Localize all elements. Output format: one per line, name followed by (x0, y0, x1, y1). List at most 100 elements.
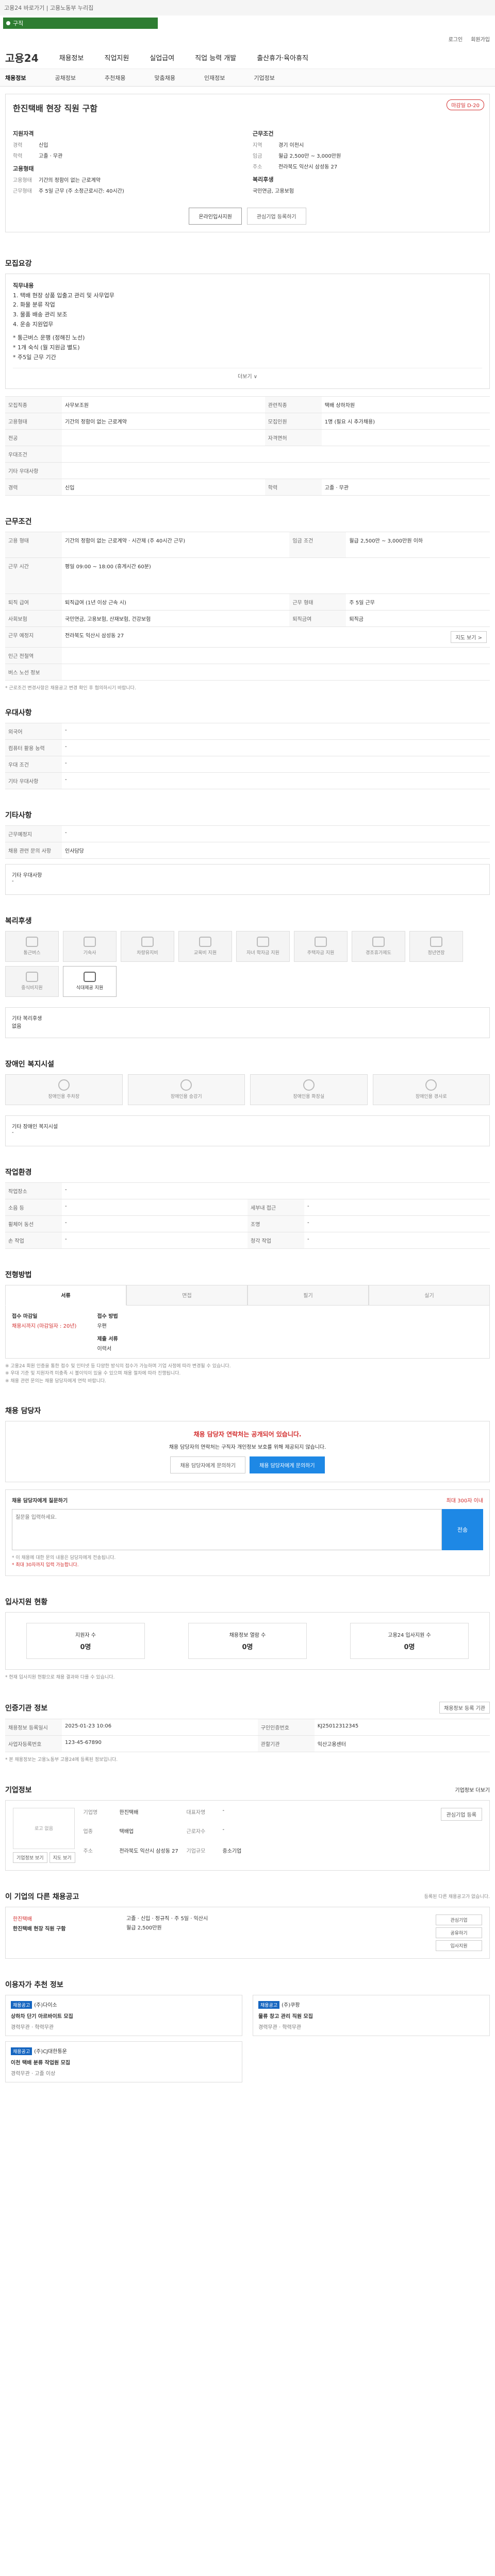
benefit-item: 자녀 학자금 지원 (236, 930, 290, 962)
employment-heading: 고용형태 (13, 165, 34, 172)
search-icon (6, 21, 10, 25)
restroom-icon (303, 1079, 315, 1091)
tab-document[interactable]: 서류 (5, 1284, 126, 1306)
parking-icon (58, 1079, 70, 1091)
company-card: 로고 없음 기업정보 보기 지도 보기 기업명 한진택배 대표자명 - 업종 택배업 … (5, 1800, 490, 1871)
contact-button[interactable]: 채용 담당자에게 문의하기 (170, 1456, 245, 1474)
stat-card: 고용24 입사지원 수 0명 (350, 1622, 469, 1659)
benefit-icon (372, 937, 385, 947)
recommend-card[interactable]: 채용공고 (주)다이소 상하차 단기 아르바이트 모집 경력무관 · 학력무관 (5, 1994, 242, 2036)
disability-item: 장애인용 화장실 (250, 1074, 368, 1105)
benefit-item: 주택자금 지원 (294, 930, 348, 962)
disability-item: 장애인용 경사로 (372, 1074, 490, 1105)
stat-card: 채용정보 열람 수 0명 (188, 1622, 307, 1659)
recruit-table: 모집직종 사무보조원 관련직종 택배 상하차원 고용형태 기간의 정함이 없는 근로계약… (5, 396, 490, 496)
section-heading: 이 기업의 다른 채용공고 (5, 1892, 79, 1901)
other-note-box: 기타 우대사항 - (5, 863, 490, 895)
section-heading: 채용 담당자 (5, 1407, 41, 1416)
side-button[interactable]: 관심기업 (436, 1914, 482, 1925)
section-heading: 입사지원 현황 (5, 1598, 48, 1606)
search-row: 구직 (0, 15, 495, 31)
map-button[interactable]: 지도 보기 > (451, 631, 487, 643)
sub-nav: 채용정보 공채정보 추천채용 맞춤채용 인재정보 기업정보 (0, 69, 495, 87)
conditions-footnote: * 근로조건 변경사항은 채용공고 변경 확인 후 협의하시기 바랍니다. (5, 685, 136, 691)
main-nav: 고용24 채용정보 직업지원 실업급여 직업 능력 개발 출산휴가·육아휴직 (0, 46, 495, 69)
deadline-badge: 마감일 D-20 (447, 99, 484, 110)
benefit-extra-box: 기타 복리후생 없음 (5, 1007, 490, 1038)
send-button[interactable]: 전송 (442, 1509, 483, 1551)
agency-button[interactable]: 채용정보 등록 기관 (439, 1702, 490, 1714)
company-more-link[interactable]: 기업정보 더보기 (455, 1786, 490, 1793)
more-button[interactable]: 더보기 ∨ (13, 367, 482, 381)
site-logo[interactable]: 고용24 (5, 50, 39, 65)
benefit-item: 통근버스 (5, 930, 59, 962)
contact-warning: 채용 담당자 연락처는 공개되어 있습니다. 채용 담당자의 연락처는 구직자 … (5, 1421, 490, 1483)
side-button[interactable]: 공유하기 (436, 1927, 482, 1938)
disability-item: 장애인용 승강기 (127, 1074, 245, 1105)
top-utility-bar: 고용24 바로가기 | 고용노동부 누리집 (0, 0, 495, 15)
subnav-item[interactable]: 채용정보 (5, 74, 26, 82)
tab-practical[interactable]: 실기 (369, 1284, 490, 1306)
benefit-item: 중식비지원 (5, 965, 59, 997)
recommend-card[interactable]: 채용공고 (주)CJ대한통운 이천 택배 분류 작업원 모집 경력무관 · 고졸 … (5, 2041, 242, 2082)
company-logo: 로고 없음 (13, 1807, 75, 1849)
ramp-icon (425, 1079, 437, 1091)
contact-primary-button[interactable]: 채용 담당자에게 문의하기 (250, 1456, 325, 1474)
disability-item: 장애인용 주차장 (5, 1074, 123, 1105)
tab-interview[interactable]: 면접 (126, 1284, 248, 1306)
nav-item-training[interactable]: 직업 능력 개발 (195, 53, 236, 62)
recommend-card[interactable]: 채용공고 (주)쿠팡 물류 창고 관리 직원 모집 경력무관 · 학력무관 (253, 1994, 490, 2036)
job-description: 직무내용 1. 택배 현장 상품 입출고 관리 및 사무업무 2. 화물 분류 … (5, 274, 490, 389)
benefit-item: 경조휴가제도 (352, 930, 405, 962)
subnav-item[interactable]: 기업정보 (254, 74, 274, 82)
other-job-card[interactable]: 한진택배 한진택배 현장 직원 구함 고졸 · 신입 · 정규직 · 주 5일 … (5, 1906, 490, 1959)
subnav-item[interactable]: 공채정보 (55, 74, 75, 82)
selection-notices: ※ 고용24 회원 인증을 통한 접수 및 인터넷 등 다양한 방식의 접수가 … (5, 1363, 231, 1384)
search-input[interactable]: 구직 (3, 18, 158, 29)
save-company-button[interactable]: 관심기업 등록하기 (246, 208, 306, 225)
tab-written[interactable]: 필기 (248, 1284, 369, 1306)
conditions-heading: 근무조건 (253, 130, 274, 137)
recommend-list: 채용공고 (주)CJ대한통운 이천 택배 분류 작업원 모집 경력무관 · 고졸 … (5, 2041, 490, 2082)
section-heading: 우대사항 (5, 708, 32, 717)
recommend-list: 채용공고 (주)다이소 상하차 단기 아르바이트 모집 경력무관 · 학력무관 채… (5, 1994, 490, 2036)
benefit-icon (141, 937, 154, 947)
subnav-item[interactable]: 인재정보 (204, 74, 225, 82)
benefit-item-active: 식대제공 지원 (63, 965, 117, 997)
benefit-icon (257, 937, 269, 947)
selection-tabs: 서류 면접 필기 실기 (5, 1284, 490, 1306)
subnav-item[interactable]: 추천채용 (105, 74, 125, 82)
join-link[interactable]: 회원가입 (471, 35, 490, 43)
benefit-icon (430, 937, 442, 947)
prefs-table: 외국어 - 컴퓨터 활용 능력 - 우대 조건 - 기타 우대사항 - (5, 722, 490, 789)
side-button[interactable]: 입사지원 (436, 1940, 482, 1951)
qualification-heading: 지원자격 (13, 130, 34, 137)
benefit-icon (26, 972, 38, 982)
disability-extra-box: 기타 장애인 복지시설 - (5, 1115, 490, 1146)
benefit-icon (199, 937, 211, 947)
company-map-button[interactable]: 지도 보기 (49, 1852, 75, 1863)
follow-company-button[interactable]: 관심기업 등록 (440, 1807, 482, 1821)
nav-item-jobs[interactable]: 채용정보 (59, 53, 84, 62)
company-details: 기업명 한진택배 대표자명 - 업종 택배업 근로자수 - 주소 전라북도 익산시 삼성동… (83, 1807, 242, 1854)
nav-item-career[interactable]: 직업지원 (104, 53, 129, 62)
benefit-icon (84, 937, 96, 947)
subnav-item[interactable]: 맞춤채용 (154, 74, 175, 82)
stats-box: 지원자 수 0명 채용정보 열람 수 0명 고용24 입사지원 수 0명 (5, 1612, 490, 1670)
benefit-item: 교육비 지원 (178, 930, 232, 962)
section-heading: 복리후생 (5, 917, 32, 925)
stat-card: 지원자 수 0명 (26, 1622, 145, 1659)
stats-footnote: * 현재 입사지원 현황으로 채용 결과와 다를 수 있습니다. (5, 1674, 115, 1680)
nav-item-leave[interactable]: 출산휴가·육아휴직 (257, 53, 308, 62)
post-notice: * 본 채용정보는 고용노동부 고용24에 등록된 정보입니다. (5, 1757, 118, 1763)
apply-button[interactable]: 온라인입사지원 (189, 208, 242, 225)
login-link[interactable]: 로그인 (449, 35, 463, 43)
question-box: 채용 담당자에게 질문하기 최대 300자 이내 전송 * 이 채용에 대한 문… (5, 1489, 490, 1576)
company-view-button[interactable]: 기업정보 보기 (13, 1852, 47, 1863)
job-summary-card: 마감일 D-20 한진택배 현장 직원 구함 지원자격 경력 신입 학력 고졸 · … (5, 94, 490, 232)
question-input[interactable] (12, 1509, 442, 1551)
benefit-icon (26, 937, 38, 947)
nav-item-benefits[interactable]: 실업급여 (150, 53, 174, 62)
elevator-icon (180, 1079, 192, 1091)
section-heading: 인증기관 정보 (5, 1704, 48, 1713)
